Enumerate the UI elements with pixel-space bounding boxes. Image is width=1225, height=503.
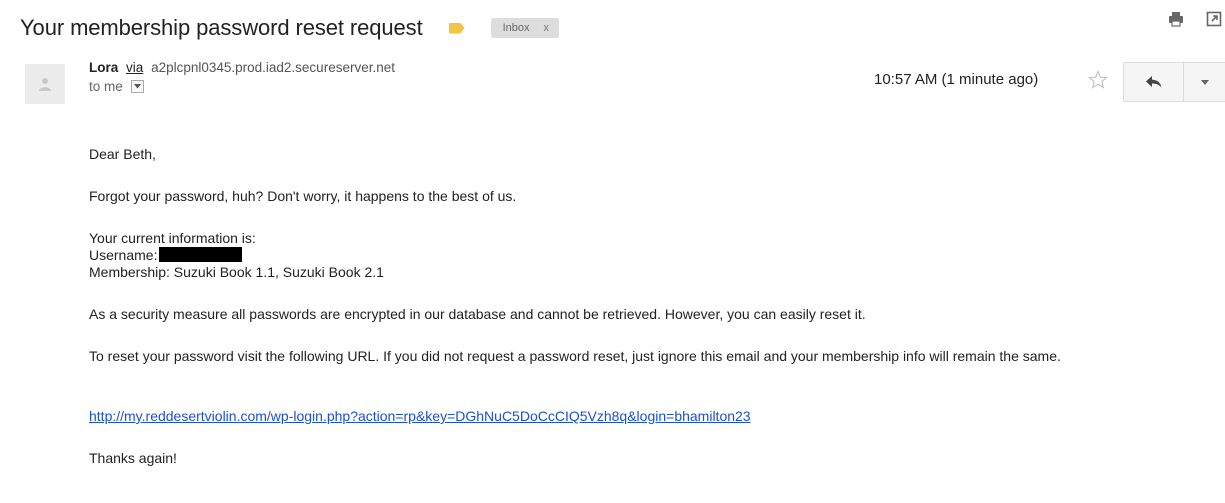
username-label: Username: [89,247,158,263]
recipient-line: to me [89,79,144,94]
subject-row: Your membership password reset request I… [20,10,1225,46]
reset-password-link[interactable]: http://my.reddesertviolin.com/wp-login.p… [89,408,751,425]
body-paragraph-instructions: To reset your password visit the followi… [89,348,1061,364]
username-row: Username: [89,247,243,264]
sender-line: Lora via a2plcpnl0345.prod.iad2.securese… [89,60,395,75]
sender-avatar [25,64,65,104]
remove-label-button[interactable]: x [544,22,550,34]
top-toolbar [1149,8,1225,30]
reply-icon [1145,76,1161,88]
via-link[interactable]: via [126,60,143,75]
chevron-down-icon [1200,79,1209,85]
body-paragraph-1: Forgot your password, huh? Don't worry, … [89,188,517,204]
greeting: Dear Beth, [89,146,156,162]
recipient-text: to me [89,79,123,94]
sender-name[interactable]: Lora [89,60,118,75]
sender-domain: a2plcpnl0345.prod.iad2.secureserver.net [151,60,395,75]
message-timestamp: 10:57 AM (1 minute ago) [874,71,1039,88]
body-paragraph-security: As a security measure all passwords are … [89,306,866,322]
caret-down-icon [133,84,141,89]
star-icon[interactable] [1087,69,1109,90]
membership-line: Membership: Suzuki Book 1.1, Suzuki Book… [89,264,384,280]
more-options-button[interactable] [1183,62,1225,102]
email-view: Your membership password reset request I… [0,0,1225,503]
info-heading: Your current information is: [89,230,256,246]
importance-marker-icon[interactable] [448,22,465,34]
redacted-block [159,247,243,262]
details-dropdown-button[interactable] [130,80,144,93]
new-window-icon[interactable] [1203,8,1225,30]
reply-button[interactable] [1123,62,1184,102]
closing-line: Thanks again! [89,450,177,466]
label-chip-inbox: Inbox x [490,18,560,38]
label-chip-text: Inbox [502,22,530,34]
email-subject: Your membership password reset request [20,15,423,40]
person-icon [39,78,51,91]
print-icon[interactable] [1165,8,1187,30]
